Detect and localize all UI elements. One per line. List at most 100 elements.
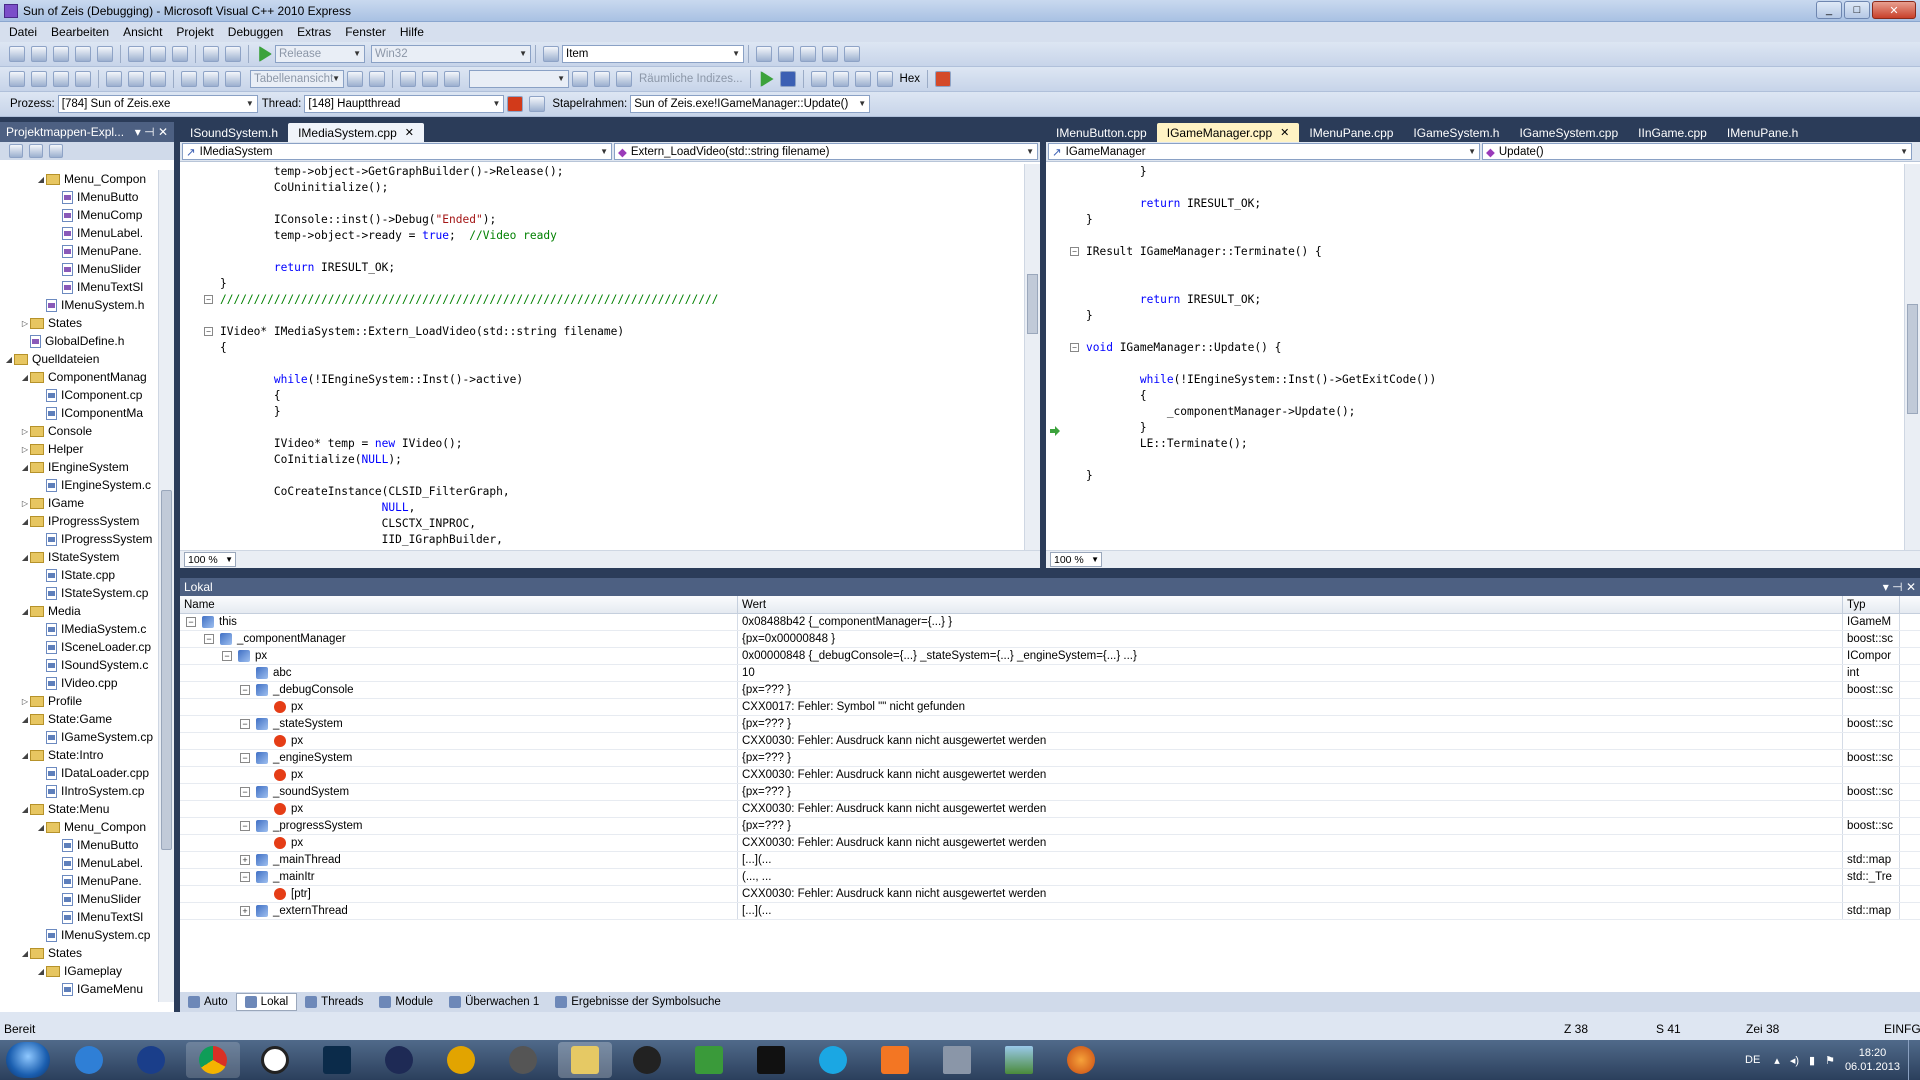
locals-row[interactable]: − _mainItr (..., ... std::_Tre	[180, 869, 1920, 886]
expander-icon[interactable]: ◢	[20, 373, 30, 382]
config-select[interactable]: Release ▼	[275, 45, 365, 63]
add-item-icon[interactable]	[31, 46, 47, 62]
tree-item[interactable]: IState.cpp	[0, 566, 160, 584]
window-controls-icon[interactable]: ▾ ⊣ ✕	[1883, 580, 1916, 594]
expand-icon[interactable]: +	[240, 906, 250, 916]
photoshop-taskbar-icon[interactable]	[310, 1042, 364, 1078]
play-icon[interactable]	[760, 71, 774, 87]
col-value[interactable]: Wert	[738, 596, 1843, 613]
expander-icon[interactable]: ▷	[20, 319, 30, 328]
show-desktop-button[interactable]	[1908, 1040, 1920, 1080]
tree-item[interactable]: ISceneLoader.cp	[0, 638, 160, 656]
cut-icon[interactable]	[128, 46, 144, 62]
tree-item[interactable]: IProgressSystem	[0, 530, 160, 548]
font-icon[interactable]	[75, 71, 91, 87]
close-tab-icon[interactable]: ✕	[1280, 126, 1289, 139]
expand-icon[interactable]	[258, 770, 268, 780]
filter-icon[interactable]	[529, 96, 546, 112]
collapse-icon[interactable]: −	[1070, 247, 1079, 256]
menu-item[interactable]: Hilfe	[393, 25, 431, 39]
show-next-icon[interactable]	[810, 71, 827, 87]
new-project-icon[interactable]	[9, 46, 25, 62]
editor-right-scrollbar[interactable]	[1904, 164, 1920, 550]
expand-icon[interactable]	[258, 838, 268, 848]
locals-row[interactable]: − _soundSystem {px=??? } boost::sc	[180, 784, 1920, 801]
grid-icon[interactable]	[181, 71, 197, 87]
collapse-icon[interactable]: −	[222, 651, 232, 661]
zoom-icon[interactable]	[444, 71, 460, 87]
align-icon[interactable]	[106, 71, 122, 87]
menu-item[interactable]: Projekt	[169, 25, 220, 39]
step-over-icon[interactable]	[854, 71, 871, 87]
editor-left-scrollbar[interactable]	[1024, 164, 1040, 550]
tree-item[interactable]: ◢ State:Game	[0, 710, 160, 728]
find-combo[interactable]: Item ▼	[562, 45, 744, 63]
collapse-icon[interactable]: −	[240, 753, 250, 763]
expander-icon[interactable]: ▷	[20, 445, 30, 454]
pointer-icon[interactable]	[53, 71, 69, 87]
menu-item[interactable]: Extras	[290, 25, 338, 39]
locals-row[interactable]: − _debugConsole {px=??? } boost::sc	[180, 682, 1920, 699]
tree-item[interactable]: ◢ IProgressSystem	[0, 512, 160, 530]
breakpoints-icon[interactable]	[935, 71, 951, 87]
platform-select[interactable]: Win32 ▼	[371, 45, 531, 63]
tree-item[interactable]: IIntroSystem.cp	[0, 782, 160, 800]
zoom-combo[interactable]: ▼	[469, 70, 569, 88]
editor-tab[interactable]: ISoundSystem.h	[180, 123, 288, 142]
locals-row[interactable]: − _stateSystem {px=??? } boost::sc	[180, 716, 1920, 733]
tree-item[interactable]: IMenuComp	[0, 206, 160, 224]
ie-taskbar-icon[interactable]	[62, 1042, 116, 1078]
tree-item[interactable]: IMenuSlider	[0, 260, 160, 278]
tree-item[interactable]: ▷ Profile	[0, 692, 160, 710]
locals-row[interactable]: px CXX0030: Fehler: Ausdruck kann nicht a…	[180, 835, 1920, 852]
debug-tab[interactable]: Auto	[180, 993, 236, 1011]
refresh-icon[interactable]	[49, 144, 63, 158]
key-icon[interactable]	[203, 71, 219, 87]
align-left-icon[interactable]	[572, 71, 588, 87]
zoom-right[interactable]: 100 % ▼	[1050, 552, 1102, 567]
align-right-icon[interactable]	[616, 71, 632, 87]
properties-icon[interactable]	[756, 46, 772, 62]
chrome-taskbar-icon[interactable]	[186, 1042, 240, 1078]
unity-taskbar-icon[interactable]	[248, 1042, 302, 1078]
stop-icon[interactable]	[779, 71, 796, 87]
col-type[interactable]: Typ	[1843, 596, 1900, 613]
expander-icon[interactable]: ◢	[20, 463, 30, 472]
member-nav-right[interactable]: ◆ Update() ▼	[1482, 143, 1912, 160]
hex-toggle[interactable]: Hex	[900, 73, 920, 85]
tree-item[interactable]: IEngineSystem.c	[0, 476, 160, 494]
undo-icon[interactable]	[203, 46, 219, 62]
step-into-icon[interactable]	[832, 71, 849, 87]
indent-icon[interactable]	[150, 71, 166, 87]
tree-item[interactable]: IDataLoader.cpp	[0, 764, 160, 782]
tree-item[interactable]: ◢ Menu_Compon	[0, 818, 160, 836]
menu-item[interactable]: Debuggen	[221, 25, 290, 39]
tree-item[interactable]: ◢ Quelldateien	[0, 350, 160, 368]
spatial-indexes-label[interactable]: Räumliche Indizes...	[639, 73, 743, 85]
code-editor-right[interactable]: } return IRESULT_OK;} − IResult IGameManag…	[1046, 164, 1904, 550]
editor-tab[interactable]: IMenuPane.h	[1717, 123, 1808, 142]
editor-tab[interactable]: IMenuButton.cpp	[1046, 123, 1157, 142]
locals-row[interactable]: − this 0x08488b42 {_componentManager={...}…	[180, 614, 1920, 631]
tree-item[interactable]: IMenuTextSl	[0, 278, 160, 296]
expand-icon[interactable]: +	[240, 855, 250, 865]
toolbox-icon[interactable]	[800, 46, 816, 62]
process-select[interactable]: [784] Sun of Zeis.exe ▼	[57, 95, 258, 113]
expander-icon[interactable]: ◢	[20, 715, 30, 724]
tree-item[interactable]: IMenuPane.	[0, 872, 160, 890]
expander-icon[interactable]: ◢	[20, 751, 30, 760]
tree-item[interactable]: IMenuLabel.	[0, 224, 160, 242]
tree-item[interactable]: IMenuTextSl	[0, 908, 160, 926]
tree-item[interactable]: ◢ ComponentManag	[0, 368, 160, 386]
expander-icon[interactable]: ◢	[20, 607, 30, 616]
language-indicator[interactable]: DE	[1745, 1054, 1760, 1066]
explorer-taskbar-icon[interactable]	[558, 1042, 612, 1078]
tree-item[interactable]: ◢ IStateSystem	[0, 548, 160, 566]
terminal-taskbar-icon[interactable]	[744, 1042, 798, 1078]
locals-row[interactable]: + _externThread [...](... std::map	[180, 903, 1920, 920]
locals-row[interactable]: px CXX0030: Fehler: Ausdruck kann nicht a…	[180, 767, 1920, 784]
start-page-icon[interactable]	[822, 46, 838, 62]
col-name[interactable]: Name	[180, 596, 738, 613]
abc-icon[interactable]	[369, 71, 385, 87]
debug-tab[interactable]: Threads	[297, 993, 371, 1011]
